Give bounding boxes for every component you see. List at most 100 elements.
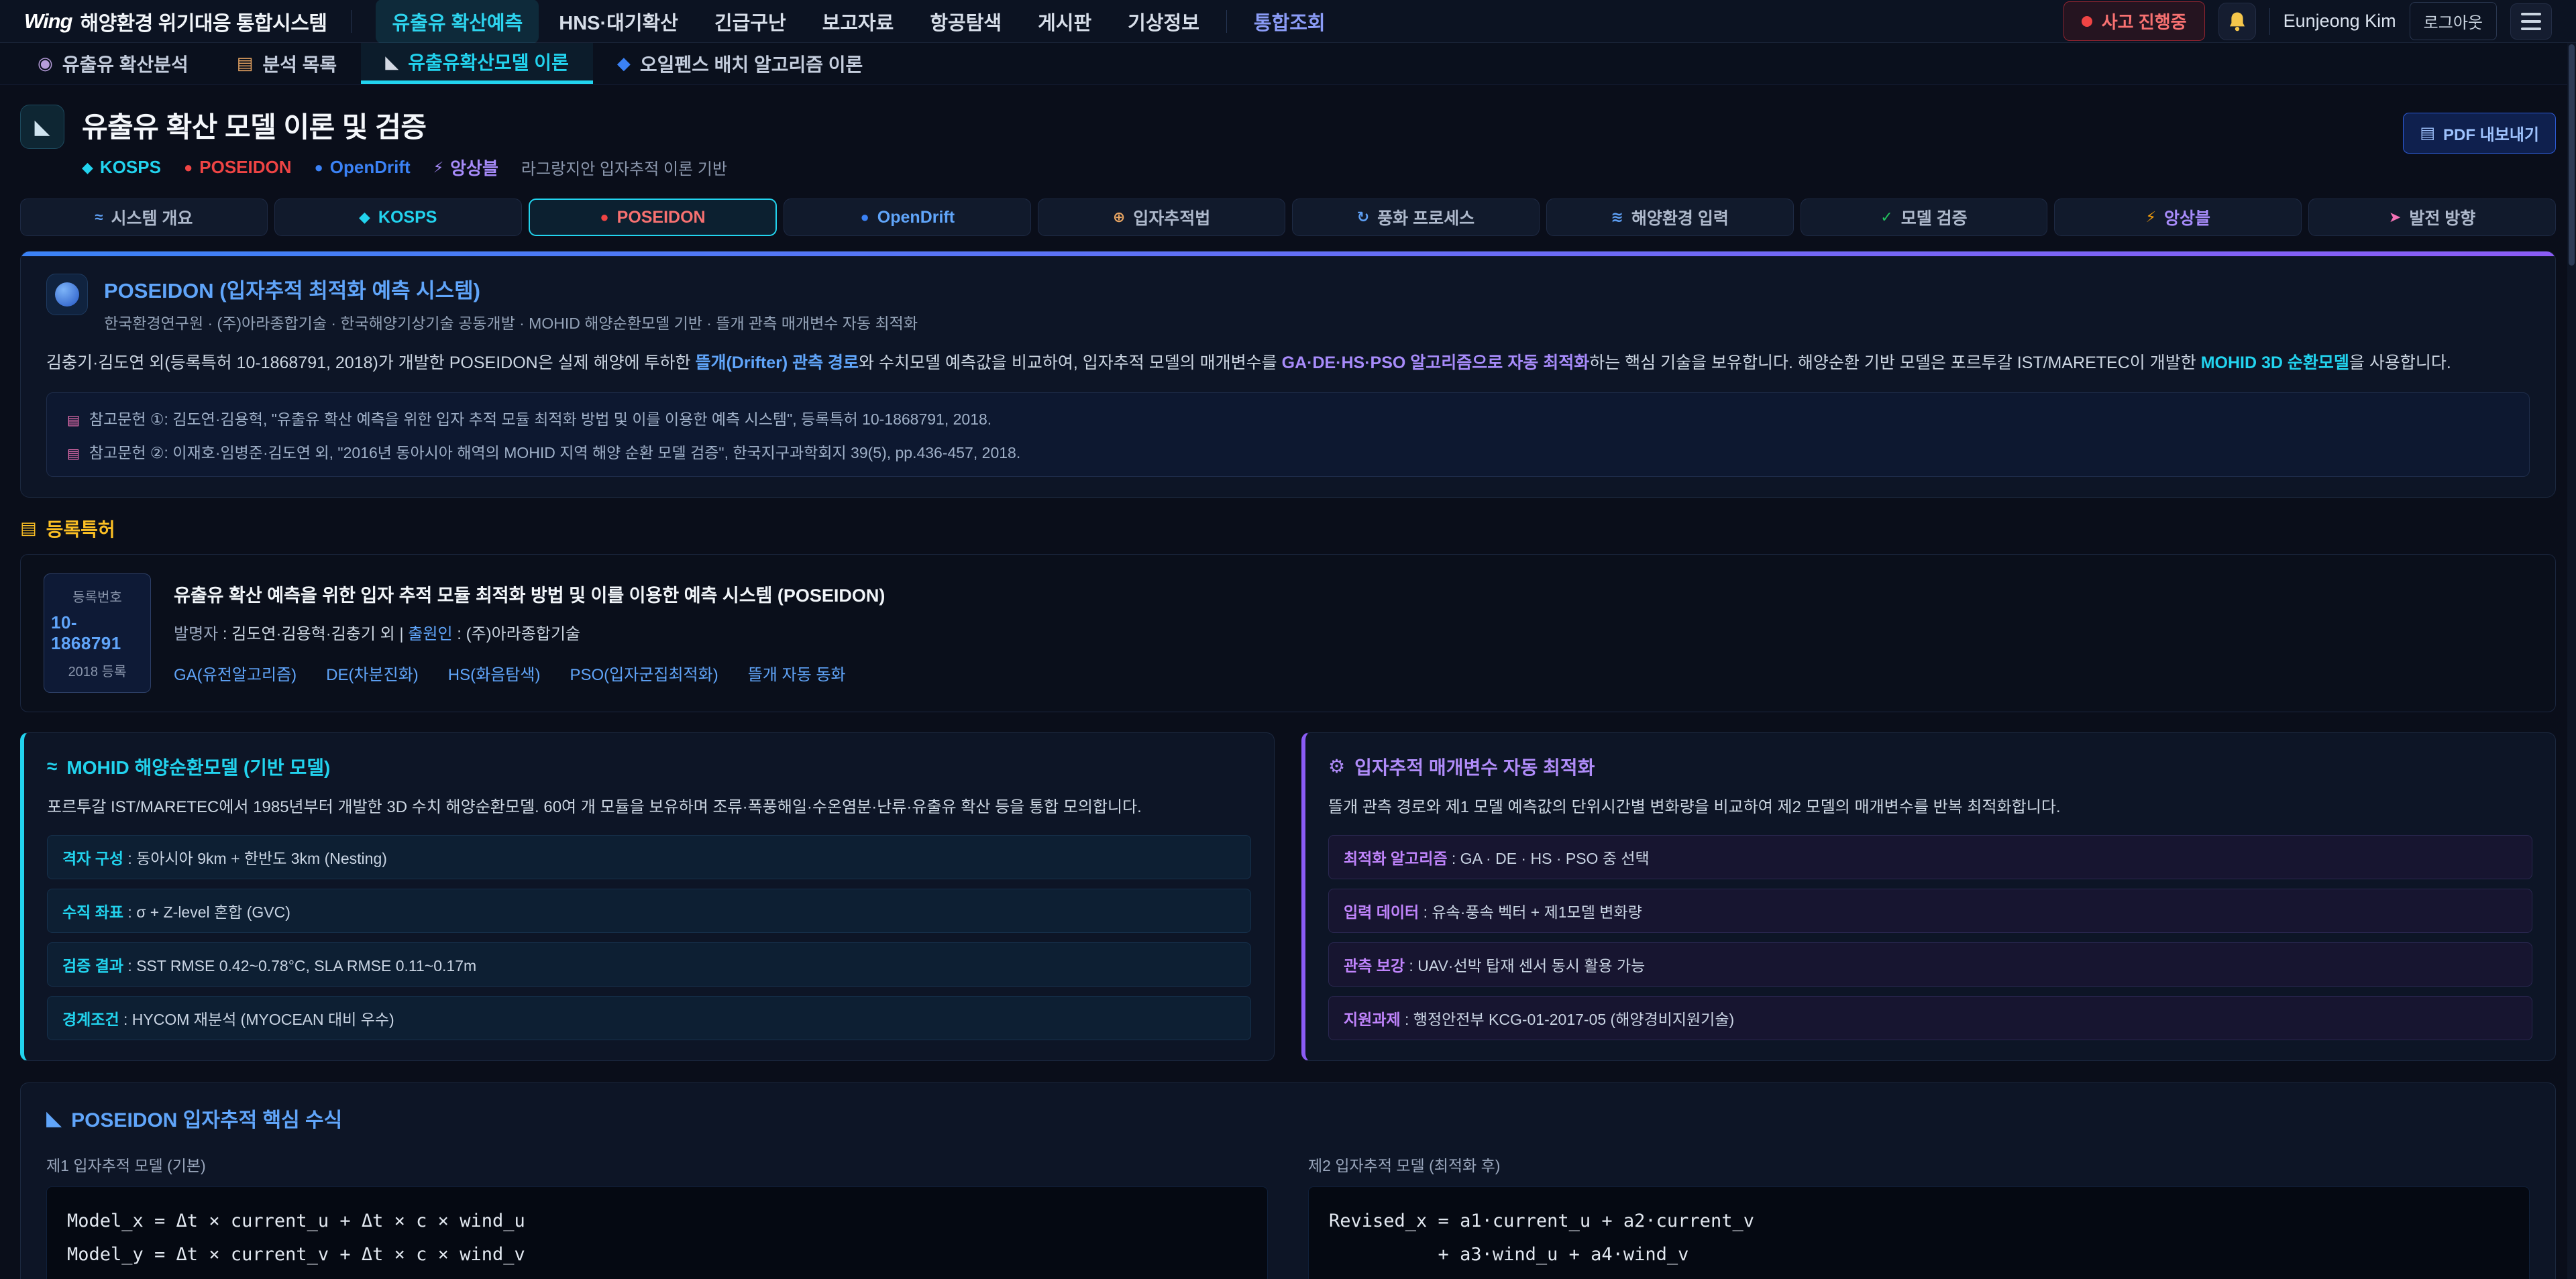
card-title: 입자추적 매개변수 자동 최적화 bbox=[1354, 753, 1595, 780]
check-icon: ✓ bbox=[1880, 209, 1892, 226]
spec-row: 최적화 알고리즘 : GA · DE · HS · PSO 중 선택 bbox=[1328, 835, 2532, 879]
incident-status-badge[interactable]: 사고 진행중 bbox=[2063, 1, 2205, 41]
pill-kosps[interactable]: ◆ KOSPS bbox=[274, 199, 522, 236]
core-formulas-card: ◣ POSEIDON 입자추적 핵심 수식 제1 입자추적 모델 (기본) Mo… bbox=[20, 1082, 2556, 1279]
tab-analysis-list[interactable]: ▤ 분석 목록 bbox=[213, 43, 361, 84]
patent-card: 등록번호 10-1868791 2018 등록 유출유 확산 예측을 위한 입자… bbox=[20, 554, 2556, 712]
hamburger-icon bbox=[2521, 13, 2541, 15]
scroll-icon: ▤ bbox=[20, 518, 37, 539]
patent-number-label: 등록번호 bbox=[72, 586, 122, 606]
lightning-icon: ⚡ bbox=[2146, 209, 2156, 226]
tab-label: 유출유확산모델 이론 bbox=[408, 48, 569, 75]
reference-item: ▤ 참고문헌 ①: 김도연·김용혁, "유출유 확산 예측을 위한 입자 추적 … bbox=[67, 406, 2509, 429]
wave-icon: ≈ bbox=[95, 209, 103, 226]
notifications-button[interactable] bbox=[2218, 3, 2256, 40]
ruler-icon: ◣ bbox=[385, 52, 398, 72]
books-icon: ▤ bbox=[67, 412, 80, 429]
ruler-icon: ◣ bbox=[46, 1107, 62, 1130]
shield-icon: ◆ bbox=[617, 53, 631, 74]
patent-meta: 발명자 : 김도연·김용혁·김충기 외 | 출원인 : (주)아라종합기술 bbox=[174, 620, 885, 644]
red-dot-icon: ● bbox=[184, 159, 193, 176]
blue-dot-icon: ● bbox=[315, 159, 323, 176]
pill-system-overview[interactable]: ≈ 시스템 개요 bbox=[20, 199, 268, 236]
pill-poseidon[interactable]: ● POSEIDON bbox=[529, 199, 777, 236]
page-scrollbar bbox=[2567, 43, 2576, 1279]
compass-icon: ⊕ bbox=[1113, 209, 1125, 226]
nav-item-board[interactable]: 게시판 bbox=[1022, 0, 1108, 44]
pill-ensemble[interactable]: ⚡ 앙상블 bbox=[2054, 199, 2302, 236]
tab-label: 오일펜스 배치 알고리즘 이론 bbox=[640, 50, 863, 77]
spec-row: 검증 결과 : SST RMSE 0.42~0.78°C, SLA RMSE 0… bbox=[47, 942, 1251, 987]
nav-item-hns-diffusion[interactable]: HNS·대기확산 bbox=[543, 0, 694, 44]
page-header: ◣ 유출유 확산 모델 이론 및 검증 ◆ KOSPS ● POSEIDON ●… bbox=[20, 85, 2556, 180]
pill-weathering-process[interactable]: ↻ 풍화 프로세스 bbox=[1292, 199, 1540, 236]
document-icon: ▤ bbox=[2420, 123, 2435, 143]
nav-item-reports[interactable]: 보고자료 bbox=[806, 0, 910, 44]
tag-pso[interactable]: PSO(입자군집최적화) bbox=[570, 661, 718, 685]
wave-icon: ≈ bbox=[47, 756, 57, 777]
card-title: MOHID 해양순환모델 (기반 모델) bbox=[66, 753, 330, 780]
tag-de[interactable]: DE(차분진화) bbox=[326, 661, 419, 685]
spec-row: 관측 보강 : UAV·선박 탑재 센서 동시 활용 가능 bbox=[1328, 942, 2532, 987]
reference-item: ▤ 참고문헌 ②: 이재호·임병준·김도연 외, "2016년 동아시아 해역의… bbox=[67, 440, 2509, 463]
pdf-export-button[interactable]: ▤ PDF 내보내기 bbox=[2403, 113, 2556, 154]
blue-dot-icon: ● bbox=[861, 209, 869, 226]
mohid-model-card: ≈ MOHID 해양순환모델 (기반 모델) 포르투갈 IST/MARETEC에… bbox=[20, 732, 1275, 1062]
nav-divider bbox=[2269, 8, 2270, 35]
nav-item-oil-spill-prediction[interactable]: 유출유 확산예측 bbox=[376, 0, 539, 44]
nav-divider bbox=[1226, 10, 1227, 33]
pill-opendrift[interactable]: ● OpenDrift bbox=[784, 199, 1031, 236]
section-subtitle: 한국환경연구원 · (주)아라종합기술 · 한국해양기상기술 공동개발 · MO… bbox=[104, 311, 918, 333]
bell-icon bbox=[2227, 11, 2247, 32]
gear-icon: ⚙ bbox=[1328, 755, 1345, 777]
microscope-icon: ◉ bbox=[38, 53, 53, 74]
poseidon-overview-card: POSEIDON (입자추적 최적화 예측 시스템) 한국환경연구원 · (주)… bbox=[20, 251, 2556, 498]
page-subtitle: 라그랑지안 입자추적 이론 기반 bbox=[521, 156, 727, 179]
model2-label: 제2 입자추적 모델 (최적화 후) bbox=[1308, 1153, 2530, 1176]
spec-row: 입력 데이터 : 유속·풍속 벡터 + 제1모델 변화량 bbox=[1328, 889, 2532, 933]
pill-model-validation[interactable]: ✓ 모델 검증 bbox=[1801, 199, 2048, 236]
patent-tag-row: GA(유전알고리즘) DE(차분진화) HS(화음탐색) PSO(입자군집최적화… bbox=[174, 661, 885, 685]
red-dot-icon: ● bbox=[600, 209, 608, 226]
drifter-path-emphasis: 뜰개(Drifter) 관측 경로 bbox=[695, 353, 859, 372]
sub-tabbar: ◉ 유출유 확산분석 ▤ 분석 목록 ◣ 유출유확산모델 이론 ◆ 오일펜스 배… bbox=[0, 43, 2576, 85]
tag-drifter-assimilation[interactable]: 뜰개 자동 동화 bbox=[748, 661, 846, 685]
tab-label: 분석 목록 bbox=[262, 50, 337, 77]
model2-formula-code: Revised_x = a1·current_u + a2·current_v … bbox=[1308, 1186, 2530, 1279]
badge-opendrift: ● OpenDrift bbox=[315, 157, 411, 178]
spec-row: 경계조건 : HYCOM 재분석 (MYOCEAN 대비 우수) bbox=[47, 996, 1251, 1040]
patent-number-box: 등록번호 10-1868791 2018 등록 bbox=[44, 573, 151, 693]
tag-hs[interactable]: HS(화음탐색) bbox=[448, 661, 541, 685]
hamburger-menu-button[interactable] bbox=[2510, 3, 2552, 40]
tab-oil-fence-algorithm-theory[interactable]: ◆ 오일펜스 배치 알고리즘 이론 bbox=[593, 43, 887, 84]
tag-ga[interactable]: GA(유전알고리즘) bbox=[174, 661, 297, 685]
app-title: 해양환경 위기대응 통합시스템 bbox=[80, 7, 327, 36]
page-ruler-icon: ◣ bbox=[20, 105, 64, 149]
formulas-title: POSEIDON 입자추적 핵심 수식 bbox=[71, 1103, 342, 1133]
model1-label: 제1 입자추적 모델 (기본) bbox=[46, 1153, 1268, 1176]
tab-diffusion-model-theory[interactable]: ◣ 유출유확산모델 이론 bbox=[361, 43, 593, 84]
patent-year: 2018 등록 bbox=[68, 661, 127, 680]
lightning-icon: ⚡ bbox=[433, 159, 443, 176]
spec-row: 수직 좌표 : σ + Z-level 혼합 (GVC) bbox=[47, 889, 1251, 933]
nav-item-emergency-rescue[interactable]: 긴급구난 bbox=[698, 0, 802, 44]
nav-item-integrated-search[interactable]: 통합조회 bbox=[1238, 0, 1342, 44]
badge-kosps: ◆ KOSPS bbox=[82, 157, 161, 178]
nav-item-aerial-search[interactable]: 항공탐색 bbox=[914, 0, 1018, 44]
nav-item-weather-info[interactable]: 기상정보 bbox=[1112, 0, 1216, 44]
pill-particle-tracking[interactable]: ⊕ 입자추적법 bbox=[1038, 199, 1285, 236]
patent-number: 10-1868791 bbox=[51, 612, 144, 654]
pill-ocean-environment-input[interactable]: ≋ 해양환경 입력 bbox=[1546, 199, 1794, 236]
card-description: 포르투갈 IST/MARETEC에서 1985년부터 개발한 3D 수치 해양순… bbox=[47, 796, 1251, 820]
logout-button[interactable]: 로그아웃 bbox=[2410, 2, 2497, 40]
algorithm-emphasis: GA·DE·HS·PSO 알고리즘으로 자동 최적화 bbox=[1282, 353, 1590, 372]
tab-oil-spill-analysis[interactable]: ◉ 유출유 확산분석 bbox=[13, 43, 213, 84]
logo-wing-icon: Wing bbox=[24, 9, 72, 34]
diamond-icon: ◆ bbox=[359, 209, 370, 226]
nav-divider bbox=[351, 10, 352, 33]
patent-title: 유출유 확산 예측을 위한 입자 추적 모듈 최적화 방법 및 이를 이용한 예… bbox=[174, 581, 885, 607]
pill-future-direction[interactable]: ➤ 발전 방향 bbox=[2308, 199, 2556, 236]
scrollbar-thumb[interactable] bbox=[2569, 44, 2575, 266]
badge-ensemble: ⚡ 앙상블 bbox=[433, 155, 498, 180]
badge-row: ◆ KOSPS ● POSEIDON ● OpenDrift ⚡ 앙상블 bbox=[82, 155, 727, 180]
